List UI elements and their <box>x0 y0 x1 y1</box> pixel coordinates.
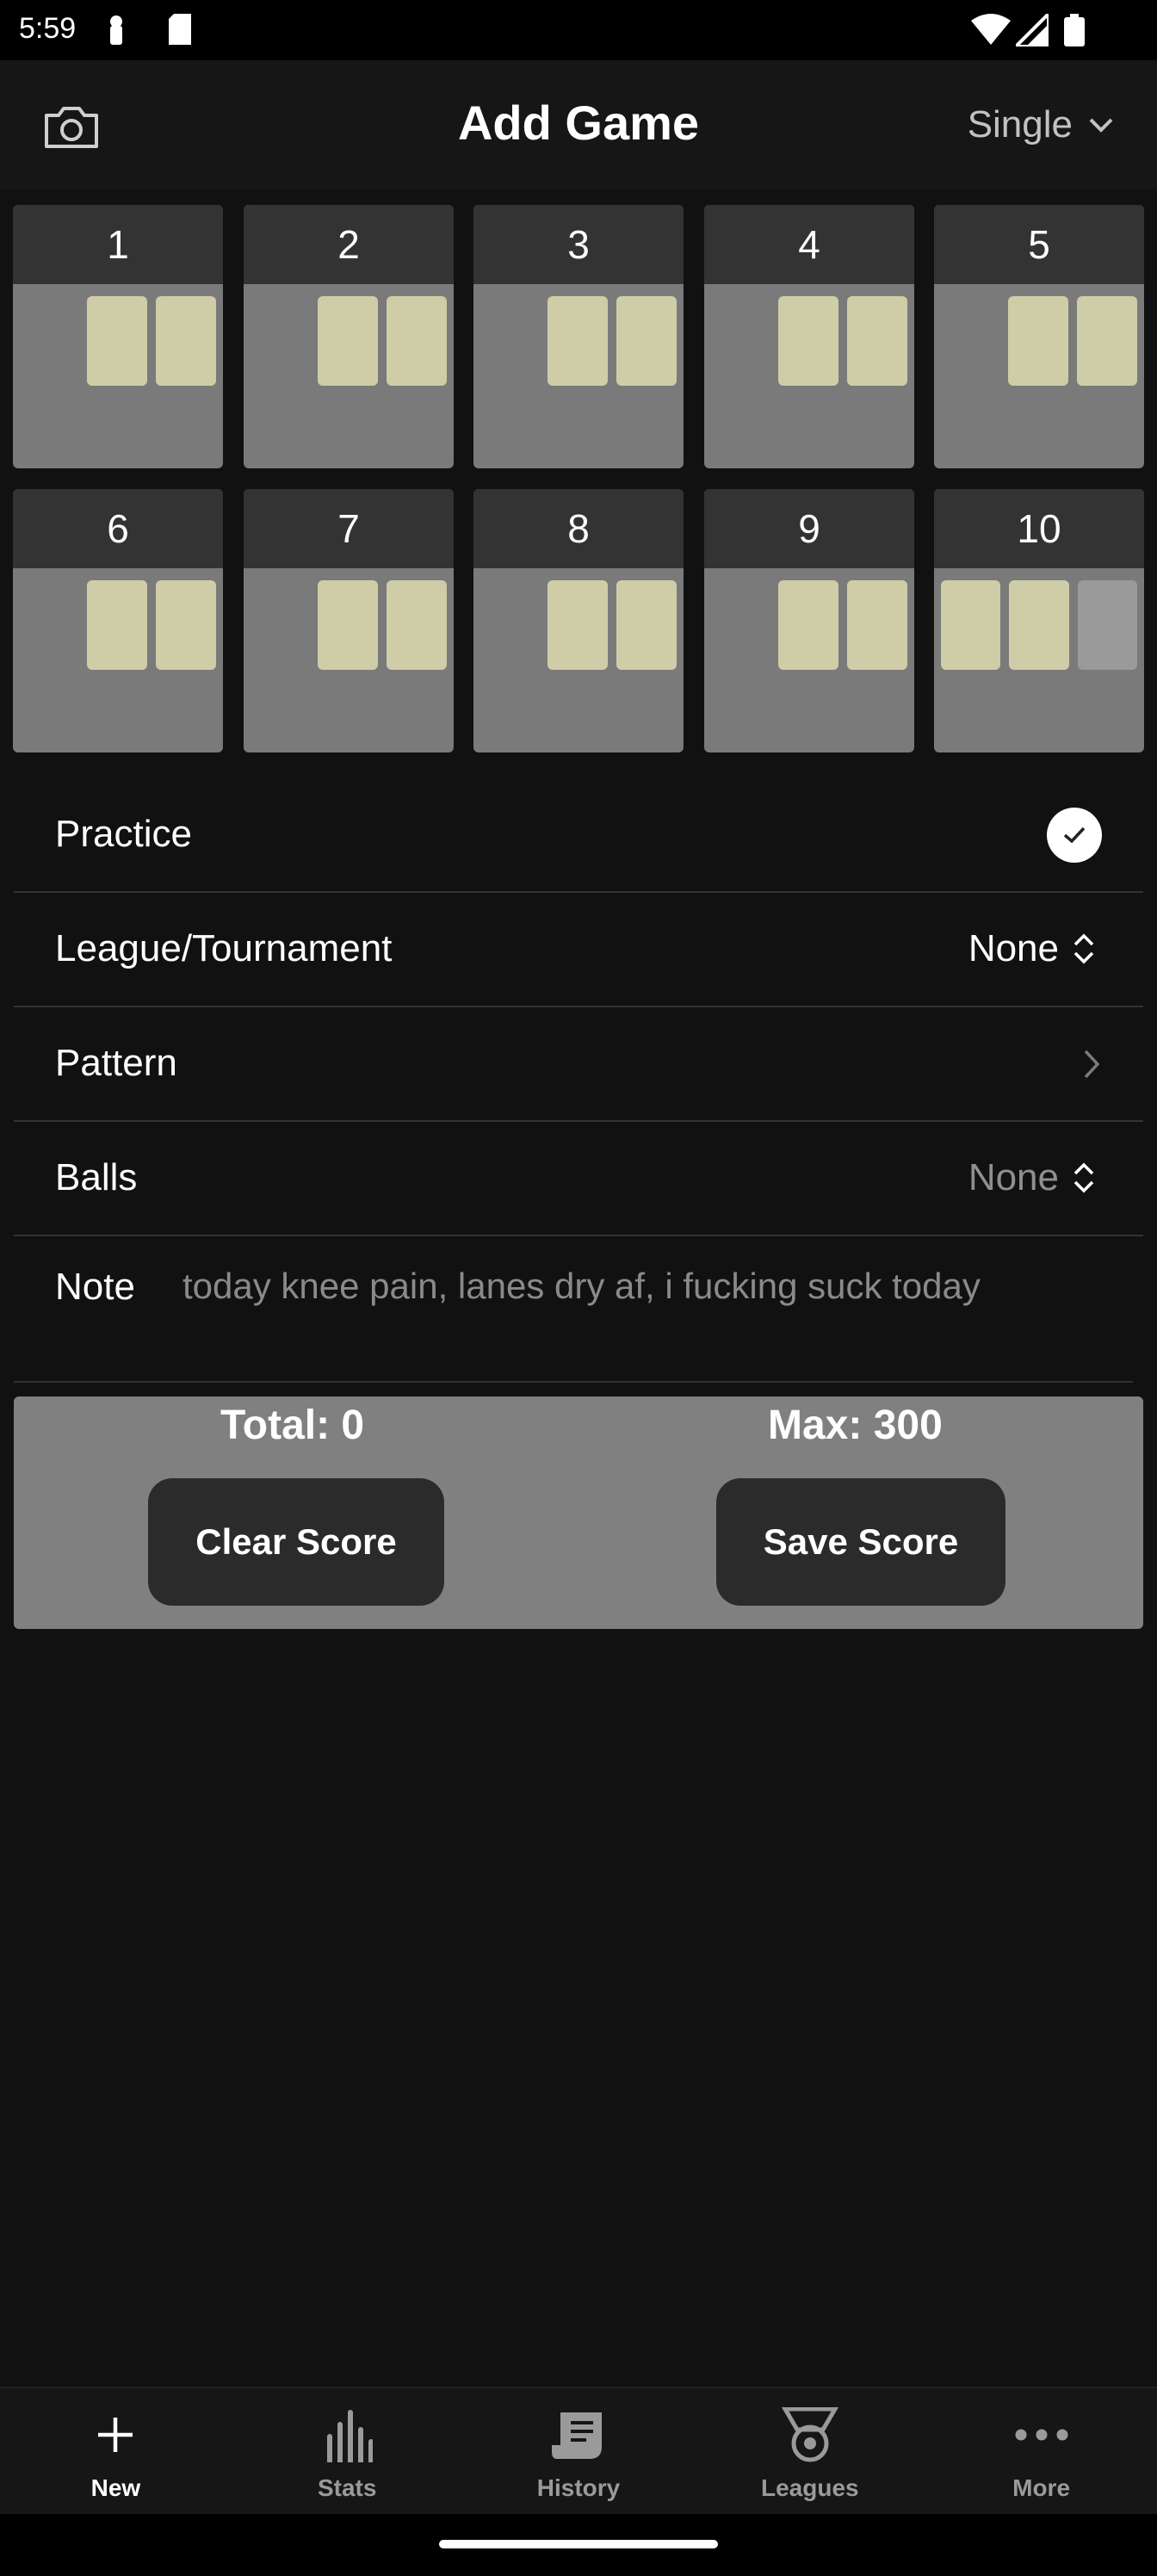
battery-icon <box>1064 14 1085 46</box>
second-ball-box[interactable] <box>156 296 216 386</box>
home-indicator[interactable] <box>439 2540 718 2548</box>
pattern-label: Pattern <box>55 1042 177 1084</box>
mode-value: Single <box>967 103 1073 146</box>
chevron-right-icon <box>1084 1050 1100 1079</box>
first-ball-box[interactable] <box>87 580 147 670</box>
league-value: None <box>968 927 1059 969</box>
chevron-down-icon <box>1089 118 1113 133</box>
frame-number: 3 <box>473 205 684 284</box>
frame-number: 9 <box>704 489 914 568</box>
mode-select[interactable]: Single <box>968 103 1114 146</box>
frame-number: 10 <box>934 489 1144 568</box>
score-panel: Total: 0 Max: 300 Clear Score Save Score <box>14 1396 1143 1629</box>
frame-2[interactable]: 2 <box>244 205 454 468</box>
second-ball-box[interactable] <box>616 580 677 670</box>
frame-10[interactable]: 10 <box>934 489 1144 752</box>
nav-label: More <box>1012 2474 1071 2501</box>
frame-5[interactable]: 5 <box>934 205 1144 468</box>
frame-8[interactable]: 8 <box>473 489 684 752</box>
first-ball-box[interactable] <box>941 580 1001 670</box>
second-ball-box[interactable] <box>387 296 447 386</box>
nav-stats[interactable]: Stats <box>232 2388 463 2514</box>
note-row[interactable]: Note today knee pain, lanes dry af, i fu… <box>14 1236 1133 1383</box>
save-score-button[interactable]: Save Score <box>716 1478 1005 1606</box>
up-down-chevron-icon <box>1073 933 1094 964</box>
frame-number: 7 <box>244 489 454 568</box>
balls-value: None <box>968 1156 1059 1198</box>
medal-icon <box>781 2407 838 2462</box>
checkmark-icon <box>1063 827 1086 844</box>
nav-new[interactable]: New <box>0 2388 232 2514</box>
first-ball-box[interactable] <box>548 296 608 386</box>
nav-history[interactable]: History <box>463 2388 695 2514</box>
app-header: Add Game Single <box>0 60 1157 189</box>
note-input[interactable]: today knee pain, lanes dry af, i fucking… <box>183 1266 981 1307</box>
second-ball-box[interactable] <box>847 580 907 670</box>
second-ball-box[interactable] <box>387 580 447 670</box>
frame-1[interactable]: 1 <box>13 205 223 468</box>
up-down-chevron-icon <box>1073 1162 1094 1193</box>
frame-number: 6 <box>13 489 223 568</box>
first-ball-box[interactable] <box>1008 296 1068 386</box>
league-label: League/Tournament <box>55 927 393 969</box>
bar-chart-icon <box>327 2410 374 2462</box>
status-time: 5:59 <box>19 12 77 45</box>
balls-label: Balls <box>55 1156 138 1198</box>
clear-score-button[interactable]: Clear Score <box>148 1478 444 1606</box>
scroll-icon <box>551 2412 602 2459</box>
practice-label: Practice <box>55 813 192 855</box>
first-ball-box[interactable] <box>778 580 838 670</box>
notification-icon <box>110 15 122 45</box>
frame-4[interactable]: 4 <box>704 205 914 468</box>
balls-row[interactable]: Balls None <box>14 1122 1143 1236</box>
practice-checkbox[interactable] <box>1047 808 1102 863</box>
signal-icon <box>1016 14 1049 46</box>
first-ball-box[interactable] <box>87 296 147 386</box>
nav-label: New <box>90 2474 141 2501</box>
bottom-navigation: New Stats History Leagues More <box>0 2387 1157 2514</box>
first-ball-box[interactable] <box>548 580 608 670</box>
wifi-icon <box>971 14 1011 45</box>
second-ball-box[interactable] <box>847 296 907 386</box>
frame-7[interactable]: 7 <box>244 489 454 752</box>
gesture-bar <box>0 2514 1157 2576</box>
nav-label: History <box>536 2474 621 2501</box>
status-bar: 5:59 <box>0 0 1157 60</box>
frame-number: 2 <box>244 205 454 284</box>
more-icon <box>1015 2429 1068 2441</box>
note-label: Note <box>55 1266 135 1308</box>
first-ball-box[interactable] <box>318 580 378 670</box>
frame-number: 1 <box>13 205 223 284</box>
total-score: Total: 0 <box>220 1403 365 1448</box>
plus-icon <box>98 2418 133 2452</box>
balls-select[interactable]: None <box>968 1156 1095 1199</box>
second-ball-box[interactable] <box>1009 580 1069 670</box>
first-ball-box[interactable] <box>318 296 378 386</box>
nav-more[interactable]: More <box>925 2388 1157 2514</box>
nav-label: Stats <box>317 2474 377 2501</box>
second-ball-box[interactable] <box>616 296 677 386</box>
frame-number: 5 <box>934 205 1144 284</box>
league-select[interactable]: None <box>968 927 1095 970</box>
frame-number: 8 <box>473 489 684 568</box>
frame-9[interactable]: 9 <box>704 489 914 752</box>
sd-card-icon <box>169 14 191 45</box>
frame-number: 4 <box>704 205 914 284</box>
second-ball-box[interactable] <box>1077 296 1137 386</box>
third-ball-box[interactable] <box>1077 580 1137 670</box>
nav-label: Leagues <box>760 2474 859 2501</box>
frame-3[interactable]: 3 <box>473 205 684 468</box>
frame-6[interactable]: 6 <box>13 489 223 752</box>
pattern-row[interactable]: Pattern <box>14 1007 1143 1122</box>
league-row[interactable]: League/Tournament None <box>14 893 1143 1007</box>
max-score: Max: 300 <box>768 1403 943 1448</box>
nav-leagues[interactable]: Leagues <box>694 2388 925 2514</box>
practice-row[interactable]: Practice <box>14 778 1143 893</box>
first-ball-box[interactable] <box>778 296 838 386</box>
second-ball-box[interactable] <box>156 580 216 670</box>
